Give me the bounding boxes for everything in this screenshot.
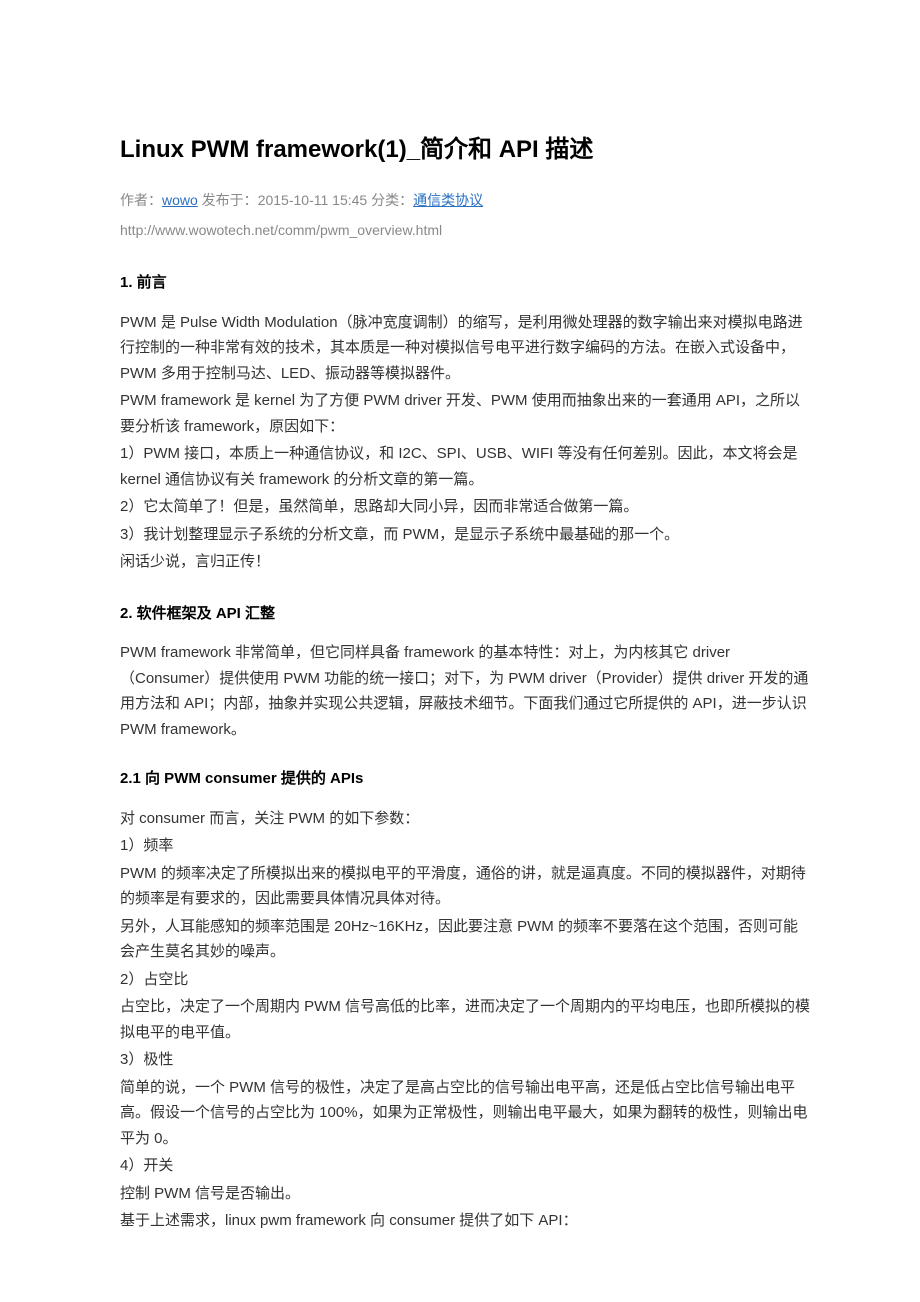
article-title: Linux PWM framework(1)_简介和 API 描述 [120, 130, 810, 171]
body-text: 基于上述需求，linux pwm framework 向 consumer 提供… [120, 1208, 810, 1234]
body-text: 另外，人耳能感知的频率范围是 20Hz~16KHz，因此要注意 PWM 的频率不… [120, 914, 810, 965]
body-text: 3）极性 [120, 1047, 810, 1073]
body-text: 对 consumer 而言，关注 PWM 的如下参数： [120, 806, 810, 832]
publish-time: 2015-10-11 15:45 [258, 192, 368, 208]
body-text: 简单的说，一个 PWM 信号的极性，决定了是高占空比的信号输出电平高，还是低占空… [120, 1075, 810, 1152]
body-text: 占空比，决定了一个周期内 PWM 信号高低的比率，进而决定了一个周期内的平均电压… [120, 994, 810, 1045]
section-1-heading: 1. 前言 [120, 270, 810, 296]
author-link[interactable]: wowo [162, 192, 198, 208]
body-text: 2）它太简单了！但是，虽然简单，思路却大同小异，因而非常适合做第一篇。 [120, 494, 810, 520]
body-text: PWM framework 是 kernel 为了方便 PWM driver 开… [120, 388, 810, 439]
section-2-1-heading: 2.1 向 PWM consumer 提供的 APIs [120, 766, 810, 792]
category-label: 分类： [367, 192, 413, 208]
body-text: 闲话少说，言归正传！ [120, 549, 810, 575]
body-text: PWM 的频率决定了所模拟出来的模拟电平的平滑度，通俗的讲，就是逼真度。不同的模… [120, 861, 810, 912]
article-meta: 作者：wowo 发布于：2015-10-11 15:45 分类：通信类协议 [120, 189, 810, 213]
author-label: 作者： [120, 192, 162, 208]
body-text: 1）PWM 接口，本质上一种通信协议，和 I2C、SPI、USB、WIFI 等没… [120, 441, 810, 492]
publish-label: 发布于： [198, 192, 258, 208]
body-text: 2）占空比 [120, 967, 810, 993]
article-url: http://www.wowotech.net/comm/pwm_overvie… [120, 219, 810, 243]
body-text: 控制 PWM 信号是否输出。 [120, 1181, 810, 1207]
section-2-heading: 2. 软件框架及 API 汇整 [120, 601, 810, 627]
body-text: PWM 是 Pulse Width Modulation（脉冲宽度调制）的缩写，… [120, 310, 810, 387]
body-text: 4）开关 [120, 1153, 810, 1179]
category-link[interactable]: 通信类协议 [413, 192, 483, 208]
body-text: 1）频率 [120, 833, 810, 859]
body-text: PWM framework 非常简单，但它同样具备 framework 的基本特… [120, 640, 810, 742]
body-text: 3）我计划整理显示子系统的分析文章，而 PWM，是显示子系统中最基础的那一个。 [120, 522, 810, 548]
